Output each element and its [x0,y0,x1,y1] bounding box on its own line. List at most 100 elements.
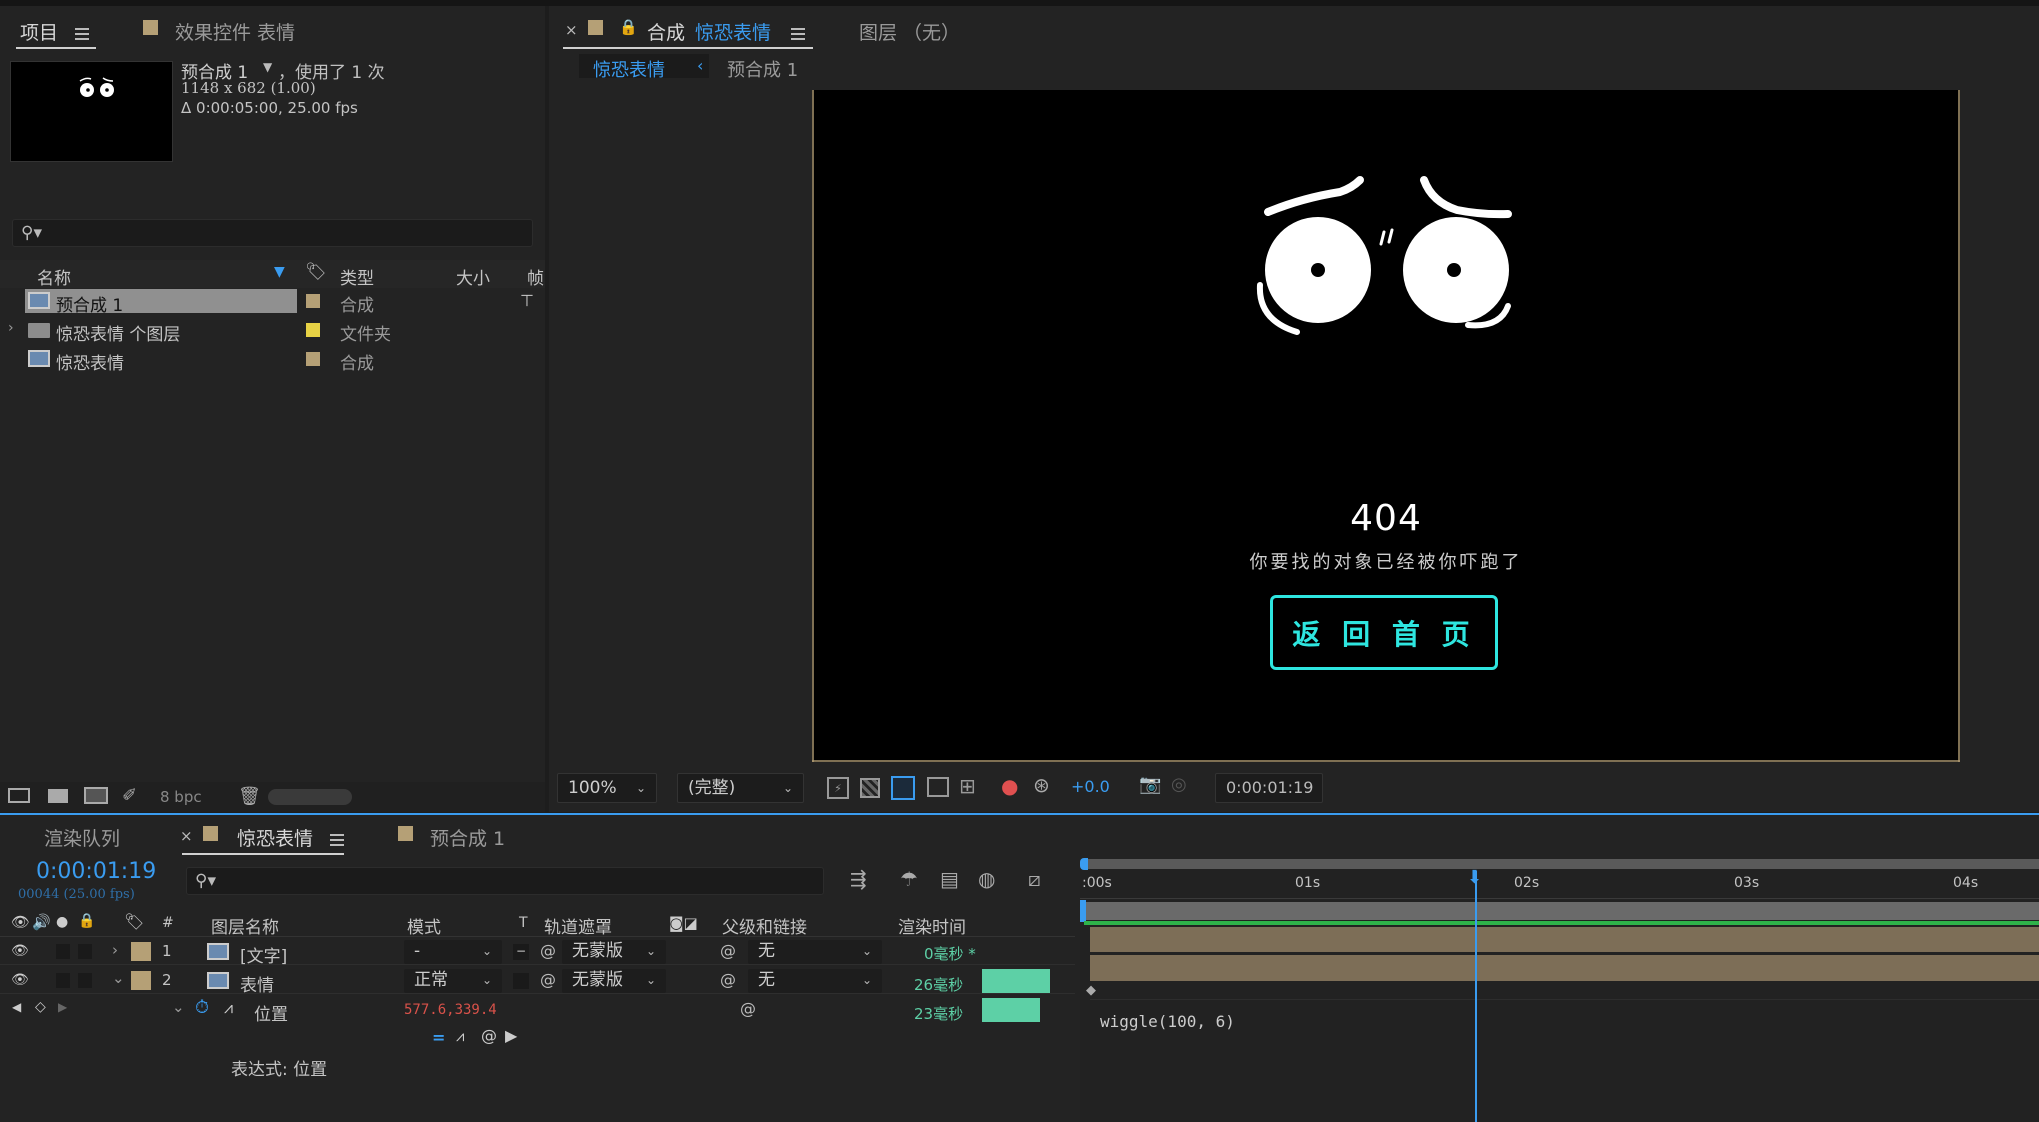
layer-label-swatch[interactable] [131,971,151,990]
collapse-chevron-icon[interactable]: ⌄ [112,969,125,987]
item-label-swatch[interactable] [306,294,320,308]
expand-chevron-icon[interactable]: › [8,320,14,336]
layer-name[interactable]: 表情 [240,971,274,996]
zoom-dropdown[interactable]: 100% ⌄ [557,773,657,803]
layer-bar[interactable] [1090,927,2039,952]
comp-flowchart-icon[interactable]: ⇶ [850,867,867,891]
column-name-header[interactable]: 名称 [37,264,71,289]
close-tab-icon[interactable]: × [180,827,193,845]
label-tag-icon[interactable]: 🏷 [124,912,144,931]
stopwatch-icon[interactable]: ⏱ [195,997,209,1018]
table-row[interactable]: 👁 › 1 [文字] - ⌄ − @ 无蒙版 ⌄ @ 无 ⌄ 0毫秒 * [0,939,1075,967]
tab-precomp[interactable]: 预合成 1 [430,824,505,851]
rgb-channels-icon[interactable]: ● [1001,774,1018,798]
frame-blending-icon[interactable]: ▤ [940,867,959,891]
region-of-interest-icon[interactable] [927,777,949,797]
breadcrumb-item[interactable]: 预合成 1 [727,56,798,82]
transparency-grid-icon[interactable] [860,778,880,798]
back-home-button[interactable]: 返 回 首 页 [1270,595,1498,670]
tab-timeline-comp[interactable]: 惊恐表情 [237,824,313,851]
parent-dropdown[interactable]: 无 ⌄ [748,969,882,993]
dependencies-icon[interactable]: ✐ [122,785,137,806]
next-keyframe-icon[interactable]: ▶ [58,1000,67,1014]
bpc-button[interactable]: 8 bpc [160,788,202,806]
add-keyframe-icon[interactable]: ◇ [35,999,46,1015]
resolution-dropdown[interactable]: (完整) ⌄ [677,773,804,803]
thumbnail-scroll-slider[interactable] [268,789,352,805]
fast-previews-icon[interactable]: ⚡ [827,777,849,799]
layer-mode-dropdown[interactable]: 正常 ⌄ [404,969,502,993]
show-snapshot-icon[interactable]: ◎ [1171,774,1187,795]
close-tab-icon[interactable]: × [565,21,578,39]
parent-pickwhip-icon[interactable]: @ [720,970,736,989]
tab-layer[interactable]: 图层 （无） [859,18,960,45]
current-time-display[interactable]: 0:00:01:19 [36,859,156,884]
expression-enable-icon[interactable]: = [432,1028,445,1047]
expression-language-menu-icon[interactable]: ▶ [505,1026,517,1045]
track-matte-dropdown[interactable]: 无蒙版 ⌄ [562,969,666,993]
column-frame-header[interactable]: 帧 [527,264,544,289]
tab-project[interactable]: 项目 [20,18,58,45]
expression-code-field[interactable]: wiggle(100, 6) [1100,1012,1235,1031]
list-item[interactable]: 预合成 1 合成 ⊤ [0,289,534,316]
lock-box[interactable] [78,973,92,988]
expression-graph-icon[interactable]: ⩘ [456,1027,464,1045]
viewer-menu-icon[interactable] [791,25,805,43]
timeline-menu-icon[interactable] [330,831,344,849]
lock-header-icon[interactable]: 🔒 [78,913,95,929]
preserve-transparency-box[interactable]: − [513,944,529,960]
snapshot-camera-icon[interactable]: 📷 [1139,774,1161,795]
prev-keyframe-icon[interactable]: ◀ [12,1000,21,1014]
timeline-graph[interactable]: :00s 01s 02s 03s 04s ◆ wiggle(100, 6) ⬇ [1080,858,2039,1122]
timeline-search-input[interactable]: ⚲▾ [186,867,824,895]
expression-pickwhip-icon[interactable]: @ [481,1026,497,1045]
work-area-bar[interactable] [1084,859,2039,869]
reset-exposure-icon[interactable]: ⊛ [1033,773,1050,797]
lock-icon[interactable]: 🔒 [619,18,638,36]
item-label-swatch[interactable] [306,352,320,366]
column-layer-name-header[interactable]: 图层名称 [211,913,279,938]
breadcrumb-item-active[interactable]: 惊恐表情 [593,56,665,82]
layer-bar[interactable] [1090,955,2039,981]
solo-dot-icon[interactable]: ● [56,914,68,930]
list-item[interactable]: 惊恐表情 合成 [0,347,520,374]
layer-name[interactable]: [文字] [240,942,287,967]
visibility-eye-icon[interactable]: 👁 [11,972,29,988]
work-area-start-handle[interactable] [1080,858,1088,870]
table-row[interactable]: 👁 ⌄ 2 表情 正常 ⌄ @ 无蒙版 ⌄ @ 无 ⌄ 26毫秒 [0,968,1075,996]
list-item[interactable]: › 惊恐表情 个图层 文件夹 [0,318,520,345]
tab-composition-name[interactable]: 惊恐表情 [695,18,771,45]
collapse-chevron-icon[interactable]: ⌄ [172,998,185,1016]
column-track-matte-header[interactable]: 轨道遮罩 [544,913,612,938]
audio-speaker-icon[interactable]: 🔊 [32,913,51,931]
current-time-indicator[interactable] [1475,871,1477,1122]
matte-pickwhip-icon[interactable]: @ [540,970,556,989]
item-label-swatch[interactable] [306,323,320,337]
column-type-header[interactable]: 类型 [340,264,374,289]
grid-guides-icon[interactable]: ⊞ [959,774,976,798]
new-folder-icon[interactable] [48,789,68,803]
project-panel-menu-icon[interactable] [75,25,89,43]
viewer-timecode[interactable]: 0:00:01:19 [1215,773,1323,803]
draft-3d-icon[interactable]: ☂ [900,867,918,891]
tab-composition-prefix[interactable]: 合成 [647,18,685,45]
sort-descending-icon[interactable]: ▼ [274,264,285,280]
property-row[interactable]: ◀ ◇ ▶ ⌄ ⏱ ⩘ 位置 577.6,339.4 @ 23毫秒 [0,997,1075,1025]
tab-effects-controls[interactable]: 效果控件 表情 [175,18,295,45]
matte-pickwhip-icon[interactable]: @ [540,941,556,960]
expand-chevron-icon[interactable]: › [112,941,118,959]
expression-pickwhip-icon[interactable]: @ [740,999,756,1018]
interpret-footage-icon[interactable] [8,788,30,803]
exposure-value[interactable]: +0.0 [1071,777,1110,796]
column-size-header[interactable]: 大小 [456,264,490,289]
layer-mode-dropdown[interactable]: - ⌄ [404,940,502,964]
project-search-input[interactable]: ⚲▾ [12,219,533,247]
parent-pickwhip-icon[interactable]: @ [720,941,736,960]
tab-render-queue[interactable]: 渲染队列 [44,824,120,851]
parent-dropdown[interactable]: 无 ⌄ [748,940,882,964]
column-parent-header[interactable]: 父级和链接 [722,913,807,938]
new-composition-icon[interactable] [84,787,108,804]
column-render-time-header[interactable]: 渲染时间 [898,913,966,938]
track-matte-dropdown[interactable]: 无蒙版 ⌄ [562,940,666,964]
keyframe-diamond-icon[interactable]: ◆ [1086,983,1096,998]
